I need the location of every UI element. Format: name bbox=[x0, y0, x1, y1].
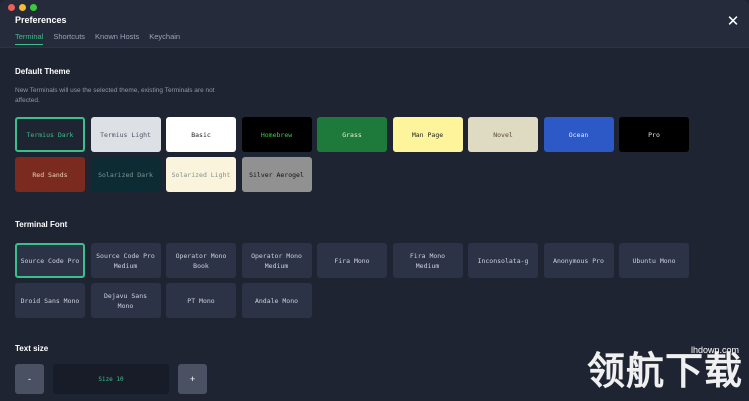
close-window-dot[interactable] bbox=[8, 4, 15, 11]
text-size-stepper: - Size 10 + bbox=[15, 364, 207, 394]
font-card-anonymous-pro[interactable]: Anonymous Pro bbox=[543, 243, 614, 278]
theme-card-solarized-dark[interactable]: Solarized Dark bbox=[90, 157, 161, 192]
tab-shortcuts[interactable]: Shortcuts bbox=[53, 32, 85, 45]
window-title: Preferences bbox=[15, 15, 67, 25]
font-card-pt-mono[interactable]: PT Mono bbox=[166, 283, 236, 318]
font-card-fira-mono-medium[interactable]: Fira Mono Medium bbox=[392, 243, 463, 278]
close-icon[interactable]: ✕ bbox=[725, 14, 741, 30]
font-card-ubuntu-mono[interactable]: Ubuntu Mono bbox=[619, 243, 689, 278]
text-size-value: Size 10 bbox=[53, 364, 169, 394]
theme-card-pro[interactable]: Pro bbox=[619, 117, 689, 152]
theme-card-termius-dark[interactable]: Termius Dark bbox=[15, 117, 85, 152]
zoom-window-dot[interactable] bbox=[30, 4, 37, 11]
theme-card-basic[interactable]: Basic bbox=[166, 117, 236, 152]
minimize-window-dot[interactable] bbox=[19, 4, 26, 11]
font-card-operator-mono-book[interactable]: Operator Mono Book bbox=[166, 243, 236, 278]
default-theme-heading: Default Theme bbox=[15, 67, 71, 76]
tab-terminal[interactable]: Terminal bbox=[15, 32, 44, 45]
theme-card-solarized-light[interactable]: Solarized Light bbox=[166, 157, 236, 192]
watermark: lhdown.com 领航下载 bbox=[563, 345, 743, 395]
watermark-logo-text: 领航下载 bbox=[586, 349, 743, 393]
text-size-heading: Text size bbox=[15, 344, 49, 353]
font-card-fira-mono[interactable]: Fira Mono bbox=[317, 243, 387, 278]
decrease-size-button[interactable]: - bbox=[15, 364, 44, 394]
theme-card-termius-light[interactable]: Termius Light bbox=[90, 117, 161, 152]
preferences-window: Preferences Terminal Shortcuts Known Hos… bbox=[0, 0, 749, 401]
theme-description: New Terminals will use the selected them… bbox=[15, 87, 215, 104]
preferences-tabs: Terminal Shortcuts Known Hosts Keychain bbox=[15, 32, 180, 45]
terminal-font-heading: Terminal Font bbox=[15, 220, 68, 229]
font-card-operator-mono-medium[interactable]: Operator Mono Medium bbox=[241, 243, 312, 278]
tab-known-hosts[interactable]: Known Hosts bbox=[95, 32, 139, 45]
theme-card-man-page[interactable]: Man Page bbox=[392, 117, 463, 152]
font-grid: Source Code Pro Source Code Pro Medium O… bbox=[15, 243, 689, 318]
theme-card-silver-aerogel[interactable]: Silver Aerogel bbox=[241, 157, 312, 192]
tab-keychain[interactable]: Keychain bbox=[149, 32, 180, 45]
increase-size-button[interactable]: + bbox=[178, 364, 207, 394]
theme-card-homebrew[interactable]: Homebrew bbox=[241, 117, 312, 152]
theme-grid: Termius Dark Termius Light Basic Homebre… bbox=[15, 117, 689, 192]
font-card-dejavu-sans-mono[interactable]: Dejavu Sans Mono bbox=[90, 283, 161, 318]
font-card-andale-mono[interactable]: Andale Mono bbox=[241, 283, 312, 318]
font-card-source-code-pro[interactable]: Source Code Pro bbox=[15, 243, 85, 278]
title-bar: Preferences Terminal Shortcuts Known Hos… bbox=[0, 0, 749, 48]
theme-card-grass[interactable]: Grass bbox=[317, 117, 387, 152]
theme-card-red-sands[interactable]: Red Sands bbox=[15, 157, 85, 192]
font-card-inconsolata-g[interactable]: Inconsolata-g bbox=[468, 243, 538, 278]
window-controls bbox=[8, 4, 37, 11]
theme-card-novel[interactable]: Novel bbox=[468, 117, 538, 152]
font-card-source-code-pro-medium[interactable]: Source Code Pro Medium bbox=[90, 243, 161, 278]
theme-card-ocean[interactable]: Ocean bbox=[543, 117, 614, 152]
font-card-droid-sans-mono[interactable]: Droid Sans Mono bbox=[15, 283, 85, 318]
